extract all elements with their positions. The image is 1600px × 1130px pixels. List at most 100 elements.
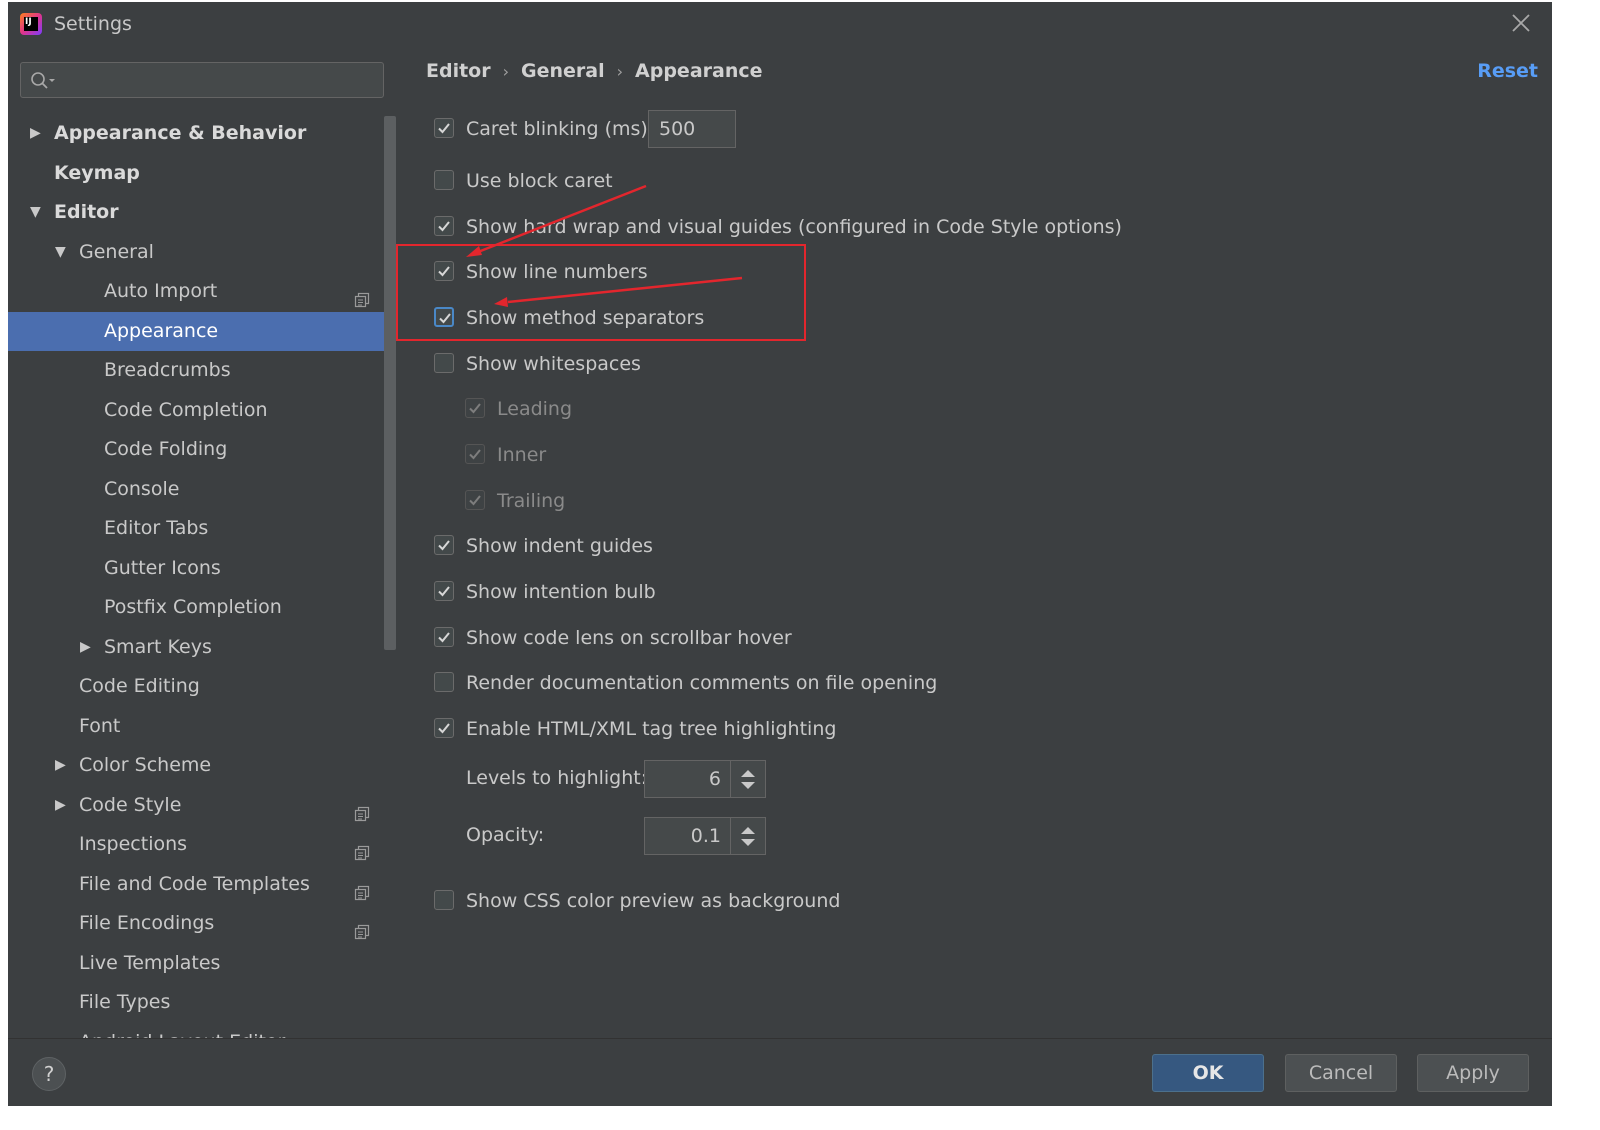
sidebar-item-console[interactable]: Console — [8, 470, 388, 510]
sidebar-item-android-layout-editor[interactable]: Android Layout Editor — [8, 1023, 388, 1039]
sidebar-item-label: Editor Tabs — [104, 517, 209, 539]
search-input[interactable] — [20, 62, 384, 98]
tag-tree-label: Enable HTML/XML tag tree highlighting — [466, 718, 837, 740]
spinner-arrows-icon[interactable] — [730, 761, 765, 797]
breadcrumb-separator: › — [502, 62, 510, 81]
sidebar-item-auto-import[interactable]: Auto Import — [8, 272, 388, 312]
sidebar-item-file-encodings[interactable]: File Encodings — [8, 904, 388, 944]
sidebar-item-color-scheme[interactable]: ▶ Color Scheme — [8, 746, 388, 786]
sidebar-item-file-types[interactable]: File Types — [8, 983, 388, 1023]
checkmark-icon — [469, 449, 481, 460]
sidebar-item-file-and-code-templates[interactable]: File and Code Templates — [8, 865, 388, 905]
sidebar-item-label: Code Completion — [104, 398, 268, 421]
checkmark-icon — [438, 632, 450, 643]
sidebar-item-smart-keys[interactable]: ▶ Smart Keys — [8, 628, 388, 668]
sidebar-item-label: Console — [104, 477, 180, 500]
inner-checkbox — [465, 444, 485, 464]
breadcrumb-appearance: Appearance — [635, 60, 763, 82]
levels-spinner[interactable]: 6 — [644, 760, 766, 798]
expanded-arrow-icon[interactable]: ▼ — [55, 233, 67, 273]
css-preview-checkbox[interactable] — [434, 890, 454, 910]
whitespaces-label: Show whitespaces — [466, 353, 641, 375]
block-caret-checkbox[interactable] — [434, 170, 454, 190]
sidebar-item-live-templates[interactable]: Live Templates — [8, 944, 388, 984]
intellij-app-icon: IJ — [20, 13, 42, 35]
expanded-arrow-icon[interactable]: ▼ — [30, 193, 42, 233]
settings-dialog: IJ Settings ▶ Appearance & Behavior Keymap… — [8, 2, 1552, 1106]
sidebar-item-general[interactable]: ▼ General — [8, 233, 388, 273]
ok-button[interactable]: OK — [1152, 1054, 1264, 1092]
tag-tree-checkbox[interactable] — [434, 718, 454, 738]
reset-link[interactable]: Reset — [1477, 60, 1538, 82]
apply-button[interactable]: Apply — [1417, 1054, 1529, 1092]
cancel-button[interactable]: Cancel — [1285, 1054, 1397, 1092]
levels-value: 6 — [708, 768, 721, 790]
indent-guides-label: Show indent guides — [466, 535, 653, 557]
checkmark-icon — [438, 586, 450, 597]
sidebar-item-editor-tabs[interactable]: Editor Tabs — [8, 509, 388, 549]
checkmark-icon — [438, 123, 450, 134]
hard-wrap-label: Show hard wrap and visual guides (config… — [466, 216, 1122, 238]
sidebar-item-appearance-behavior[interactable]: ▶ Appearance & Behavior — [8, 114, 388, 154]
opacity-spinner[interactable]: 0.1 — [644, 817, 766, 855]
leading-checkbox — [465, 398, 485, 418]
intention-bulb-checkbox[interactable] — [434, 581, 454, 601]
dialog-footer: ? OK Cancel Apply — [8, 1038, 1552, 1106]
sidebar-item-label: Code Folding — [104, 438, 228, 460]
sidebar-item-label: Code Style — [79, 793, 182, 816]
sidebar-item-gutter-icons[interactable]: Gutter Icons — [8, 549, 388, 589]
opacity-label: Opacity: — [466, 824, 545, 846]
breadcrumb-general[interactable]: General — [521, 60, 605, 82]
sidebar-item-font[interactable]: Font — [8, 707, 388, 747]
sidebar-item-appearance[interactable]: Appearance — [8, 311, 388, 351]
window-title: Settings — [54, 13, 132, 35]
sidebar-scrollbar[interactable] — [384, 116, 396, 650]
hard-wrap-checkbox[interactable] — [434, 216, 454, 236]
sidebar-item-label: Font — [79, 714, 121, 737]
caret-blinking-label: Caret blinking (ms): — [466, 118, 655, 140]
sidebar-item-keymap[interactable]: Keymap — [8, 154, 388, 194]
sidebar-item-postfix-completion[interactable]: Postfix Completion — [8, 588, 388, 628]
help-icon[interactable]: ? — [32, 1057, 66, 1091]
sidebar-item-label: Smart Keys — [104, 635, 212, 658]
intention-bulb-label: Show intention bulb — [466, 581, 656, 603]
sidebar-item-label: Gutter Icons — [104, 556, 221, 579]
sidebar-item-breadcrumbs[interactable]: Breadcrumbs — [8, 351, 388, 391]
code-lens-checkbox[interactable] — [434, 627, 454, 647]
sidebar-item-label: Postfix Completion — [104, 596, 282, 618]
collapsed-arrow-icon[interactable]: ▶ — [80, 628, 92, 668]
sidebar-item-label: General — [79, 240, 154, 263]
sidebar-item-code-style[interactable]: ▶ Code Style — [8, 786, 388, 826]
sidebar-item-code-folding[interactable]: Code Folding — [8, 430, 388, 470]
sidebar-item-editor[interactable]: ▼ Editor — [8, 193, 388, 233]
whitespaces-checkbox[interactable] — [434, 353, 454, 373]
breadcrumb-editor[interactable]: Editor — [426, 60, 491, 82]
sidebar-item-label: Appearance — [104, 319, 219, 342]
sidebar-item-label: Editor — [54, 201, 119, 223]
collapsed-arrow-icon[interactable]: ▶ — [30, 114, 42, 154]
code-lens-label: Show code lens on scrollbar hover — [466, 627, 792, 649]
sidebar-item-label: Auto Import — [104, 280, 218, 302]
settings-tree: ▶ Appearance & Behavior Keymap ▼ Editor ▼ Gene… — [8, 114, 388, 1038]
close-icon[interactable] — [1508, 10, 1534, 36]
spinner-arrows-icon[interactable] — [730, 818, 765, 854]
checkmark-icon — [469, 403, 481, 414]
opacity-value: 0.1 — [690, 825, 721, 847]
caret-blinking-value: 500 — [659, 118, 696, 140]
levels-label: Levels to highlight: — [466, 767, 648, 789]
indent-guides-checkbox[interactable] — [434, 535, 454, 555]
sidebar-item-label: File Encodings — [79, 912, 215, 934]
caret-blinking-input[interactable]: 500 — [648, 110, 736, 148]
collapsed-arrow-icon[interactable]: ▶ — [55, 786, 67, 826]
sidebar-item-code-completion[interactable]: Code Completion — [8, 391, 388, 431]
caret-blinking-checkbox[interactable] — [434, 118, 454, 138]
checkmark-icon — [469, 495, 481, 506]
search-icon — [29, 70, 59, 96]
sidebar-item-code-editing[interactable]: Code Editing — [8, 667, 388, 707]
collapsed-arrow-icon[interactable]: ▶ — [55, 746, 67, 786]
render-docs-checkbox[interactable] — [434, 672, 454, 692]
sidebar-item-label: Keymap — [54, 161, 140, 184]
checkmark-icon — [438, 540, 450, 551]
sidebar-item-label: Color Scheme — [79, 754, 212, 776]
sidebar-item-inspections[interactable]: Inspections — [8, 825, 388, 865]
